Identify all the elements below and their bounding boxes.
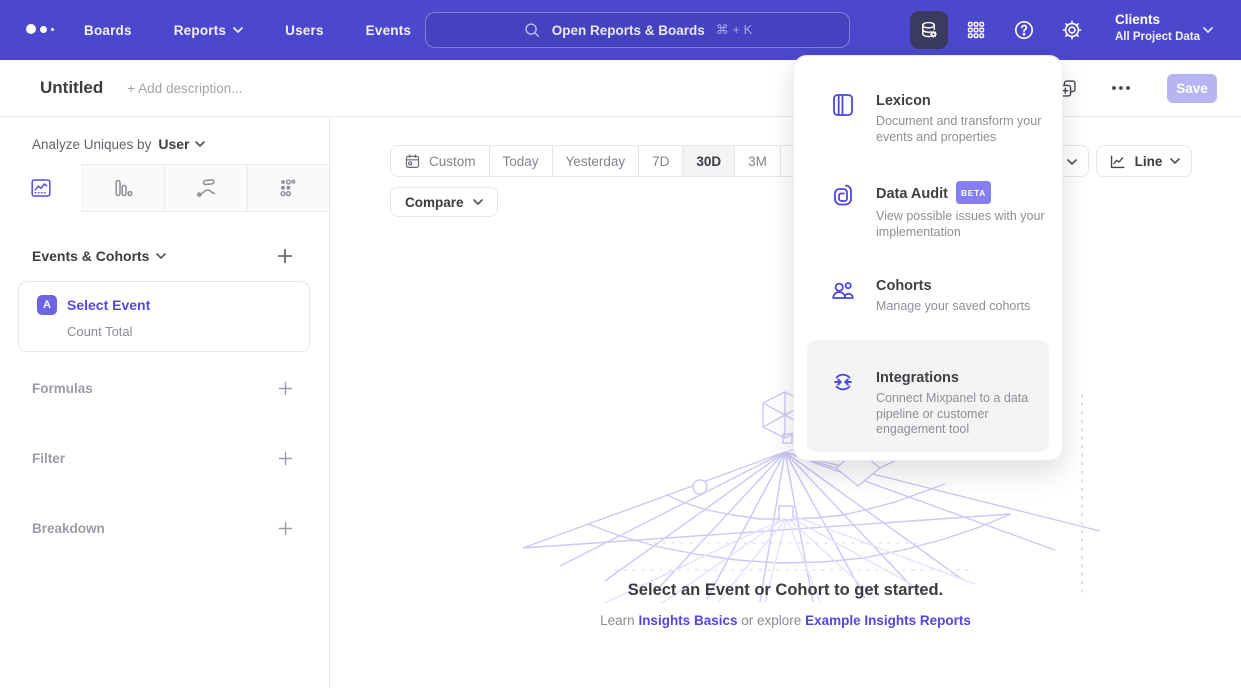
range-30d[interactable]: 30D (682, 146, 734, 176)
range-7d[interactable]: 7D (638, 146, 682, 176)
analyze-by-row: Analyze Uniques by User (32, 136, 205, 152)
event-letter-badge: A (37, 295, 57, 315)
tab-bar-chart[interactable] (82, 164, 165, 212)
flow-tab-icon (194, 176, 218, 200)
mixpanel-logo-icon[interactable] (26, 24, 54, 34)
chevron-down-icon (233, 27, 243, 33)
nav-item-boards[interactable]: Boards (84, 23, 132, 38)
plus-icon (278, 381, 293, 396)
chevron-down-icon (156, 253, 166, 259)
bar-chart-tab-icon (111, 176, 135, 200)
primary-nav: Boards Reports Users Events (84, 0, 411, 60)
tab-line-chart[interactable] (0, 164, 82, 212)
chevron-down-icon (1067, 159, 1077, 165)
search-placeholder: Open Reports & Boards (552, 23, 705, 38)
example-reports-link[interactable]: Example Insights Reports (805, 613, 971, 628)
gear-icon (1060, 18, 1084, 42)
event-aggregation[interactable]: Count Total (67, 324, 309, 339)
range-3m[interactable]: 3M (734, 146, 780, 176)
select-event-button[interactable]: Select Event (67, 297, 150, 313)
mixpanel-insights-app: Boards Reports Users Events Open Reports… (0, 0, 1241, 688)
add-formula-button[interactable] (278, 381, 293, 396)
events-cohorts-header: Events & Cohorts (32, 248, 293, 264)
range-today[interactable]: Today (489, 146, 552, 176)
more-horizontal-icon (1111, 85, 1131, 91)
more-options-button[interactable] (1109, 76, 1133, 100)
line-chart-icon (1108, 152, 1127, 171)
help-button[interactable] (1011, 17, 1037, 43)
chevron-down-icon (1170, 158, 1180, 164)
search-icon (523, 21, 541, 39)
formulas-section: Formulas (32, 381, 293, 396)
project-name: Clients (1115, 12, 1200, 27)
calendar-icon (404, 153, 421, 170)
lexicon-book-icon (830, 92, 856, 118)
integrations-sync-icon (830, 369, 856, 395)
line-chart-tab-icon (29, 176, 53, 200)
project-switcher[interactable]: Clients All Project Data (1115, 12, 1200, 43)
menu-item-integrations[interactable]: Integrations Connect Mixpanel to a data … (807, 369, 1049, 438)
nav-item-events[interactable]: Events (366, 23, 411, 38)
add-breakdown-button[interactable] (278, 521, 293, 536)
menu-item-cohorts[interactable]: Cohorts Manage your saved cohorts (794, 277, 1062, 315)
plus-icon (278, 451, 293, 466)
menu-item-lexicon[interactable]: Lexicon Document and transform your even… (794, 92, 1062, 145)
search-shortcut: ⌘ + K (716, 22, 753, 38)
filter-section: Filter (32, 451, 293, 466)
compare-dropdown[interactable]: Compare (390, 187, 498, 217)
data-audit-spiral-icon (830, 182, 856, 208)
events-cohorts-dropdown[interactable]: Events & Cohorts (32, 248, 166, 264)
event-row-card[interactable]: A Select Event Count Total (18, 281, 310, 352)
nav-item-reports[interactable]: Reports (174, 23, 243, 38)
analyze-value-dropdown[interactable]: User (158, 136, 205, 152)
chevron-down-icon (1203, 27, 1213, 33)
empty-state-title: Select an Event or Cohort to get started… (330, 581, 1241, 600)
chart-type-tabs (0, 164, 329, 212)
empty-state-links: Learn Insights Basics or explore Example… (330, 613, 1241, 628)
help-icon (1012, 18, 1036, 42)
range-yesterday[interactable]: Yesterday (552, 146, 639, 176)
data-management-menu: Lexicon Document and transform your even… (793, 55, 1063, 461)
analyze-label: Analyze Uniques by (32, 137, 151, 152)
chevron-down-icon (195, 141, 205, 147)
menu-item-integrations-hover: Integrations Connect Mixpanel to a data … (807, 340, 1049, 452)
tab-metrics[interactable] (247, 164, 330, 212)
apps-grid-button[interactable] (963, 17, 989, 43)
chevron-down-icon (473, 199, 483, 205)
save-button[interactable]: Save (1167, 74, 1217, 103)
beta-badge: BETA (956, 181, 991, 204)
top-navbar: Boards Reports Users Events Open Reports… (0, 0, 1241, 60)
cohorts-people-icon (830, 277, 856, 303)
chart-type-dropdown[interactable]: Line (1096, 145, 1192, 177)
report-description-placeholder[interactable]: + Add description... (127, 81, 242, 96)
range-custom[interactable]: Custom (391, 146, 489, 176)
grid-dots-icon (964, 18, 988, 42)
date-range-control: Custom Today Yesterday 7D 30D 3M 6M (390, 145, 827, 177)
nav-item-users[interactable]: Users (285, 23, 324, 38)
add-event-button[interactable] (277, 248, 293, 264)
plus-icon (278, 521, 293, 536)
search-bar[interactable]: Open Reports & Boards ⌘ + K (425, 12, 850, 48)
query-builder-sidebar: Analyze Uniques by User (0, 117, 330, 688)
menu-item-data-audit[interactable]: Data AuditBETA View possible issues with… (794, 182, 1062, 240)
database-gear-icon (918, 19, 940, 41)
data-management-button[interactable] (910, 11, 948, 49)
report-title[interactable]: Untitled (40, 78, 103, 98)
insights-basics-link[interactable]: Insights Basics (638, 613, 737, 628)
metrics-tab-icon (276, 176, 300, 200)
plus-icon (277, 248, 293, 264)
project-scope: All Project Data (1115, 31, 1200, 43)
settings-button[interactable] (1059, 17, 1085, 43)
tab-flow[interactable] (164, 164, 247, 212)
breakdown-section: Breakdown (32, 521, 293, 536)
add-filter-button[interactable] (278, 451, 293, 466)
